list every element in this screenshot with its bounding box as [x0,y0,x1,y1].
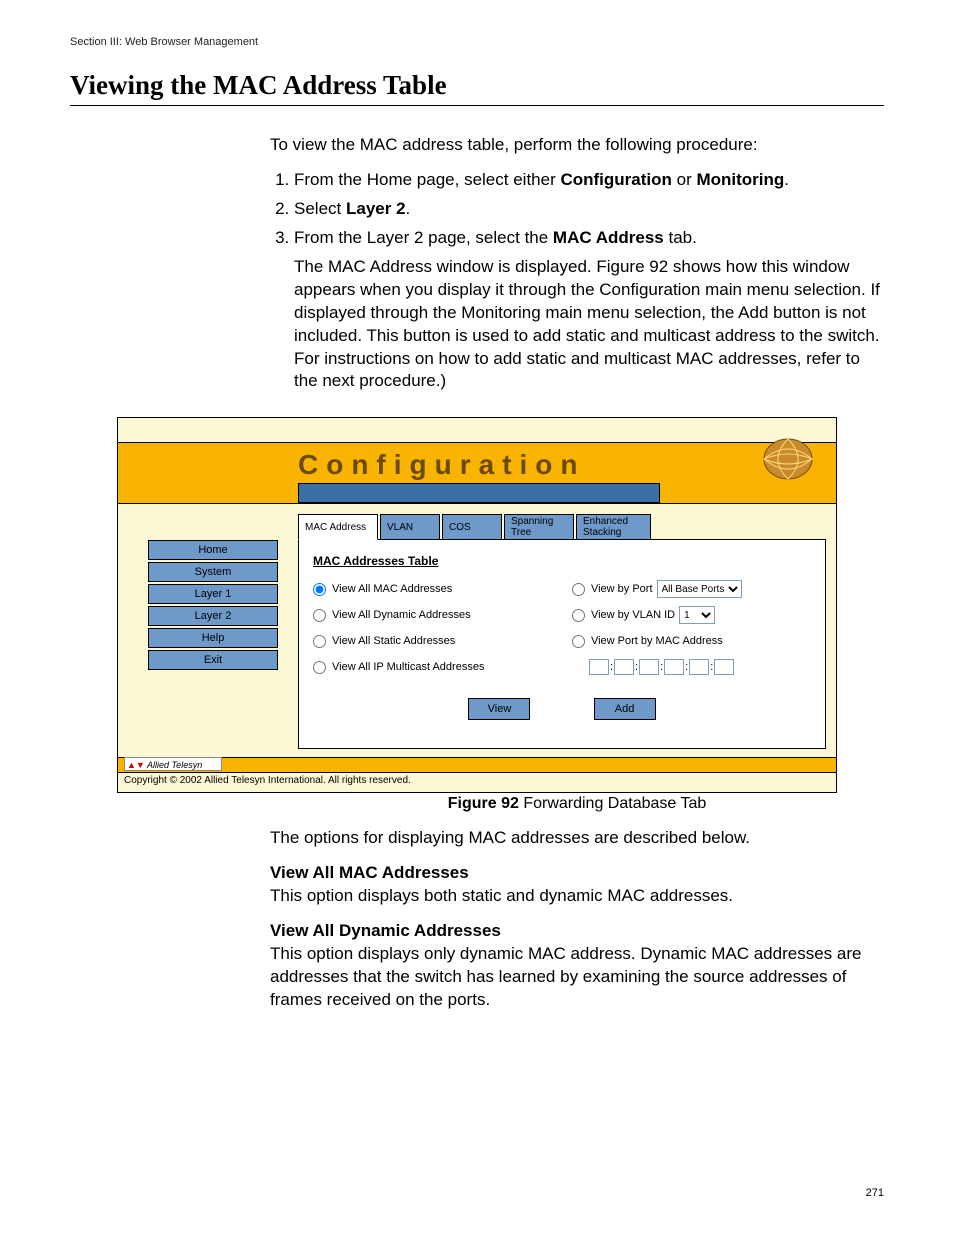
sidebar-item-home[interactable]: Home [148,540,278,560]
page-title: Viewing the MAC Address Table [70,70,884,106]
radio-view-by-port-label: View by Port [591,583,653,595]
radio-view-by-port-input[interactable] [572,583,585,596]
running-head: Section III: Web Browser Management [70,36,884,48]
radio-view-port-by-mac-input[interactable] [572,635,585,648]
tab-spanning-tree[interactable]: Spanning Tree [504,514,574,540]
tab-cos[interactable]: COS [442,514,502,540]
tab-strip: MAC Address VLAN COS Spanning Tree Enhan… [298,514,826,540]
radio-view-multicast-label: View All IP Multicast Addresses [332,661,484,673]
step-1: From the Home page, select either Config… [294,169,884,192]
radio-view-port-by-mac[interactable]: View Port by MAC Address [572,628,811,654]
intro-paragraph: To view the MAC address table, perform t… [270,134,884,157]
radio-view-by-port[interactable]: View by Port All Base Ports [572,576,811,602]
figure-caption: Figure 92 Forwarding Database Tab [270,793,884,815]
radio-view-dynamic[interactable]: View All Dynamic Addresses [313,602,572,628]
radio-view-dynamic-input[interactable] [313,609,326,622]
brand-logo: ▲▼ Allied Telesyn [124,757,222,771]
mac-octet-6[interactable] [714,659,734,675]
option-2-heading: View All Dynamic Addresses [270,920,884,943]
sidebar-item-layer1[interactable]: Layer 1 [148,584,278,604]
page-number: 271 [866,1187,884,1199]
option-1-heading: View All MAC Addresses [270,862,884,885]
panel-title: MAC Addresses Table [313,554,811,568]
option-1-body: This option displays both static and dyn… [270,885,884,908]
mac-entry-row: : : : : : [572,654,811,680]
mac-octet-3[interactable] [639,659,659,675]
add-button[interactable]: Add [594,698,656,720]
mac-panel: MAC Addresses Table View All MAC Address… [298,539,826,749]
sidebar-item-help[interactable]: Help [148,628,278,648]
radio-view-by-vlan-input[interactable] [572,609,585,622]
view-button[interactable]: View [468,698,530,720]
radio-view-all-mac[interactable]: View All MAC Addresses [313,576,572,602]
sidebar-item-system[interactable]: System [148,562,278,582]
mac-octet-5[interactable] [689,659,709,675]
tab-mac-address[interactable]: MAC Address [298,514,378,540]
option-2-body: This option displays only dynamic MAC ad… [270,943,884,1012]
radio-view-static[interactable]: View All Static Addresses [313,628,572,654]
mac-octet-1[interactable] [589,659,609,675]
radio-view-dynamic-label: View All Dynamic Addresses [332,609,471,621]
mac-octet-2[interactable] [614,659,634,675]
radio-view-multicast[interactable]: View All IP Multicast Addresses [313,654,572,680]
copyright: Copyright © 2002 Allied Telesyn Internat… [118,773,836,792]
radio-view-port-by-mac-label: View Port by MAC Address [591,635,723,647]
figure-92-screenshot: AT-8024GB Configuration Home System Laye… [117,417,837,793]
radio-view-by-vlan[interactable]: View by VLAN ID 1 [572,602,811,628]
step-2: Select Layer 2. [294,198,884,221]
globe-icon [758,435,818,483]
radio-view-static-label: View All Static Addresses [332,635,455,647]
config-title: Configuration [298,449,586,481]
step-3-body: The MAC Address window is displayed. Fig… [294,256,884,394]
tab-enhanced-stacking[interactable]: Enhanced Stacking [576,514,651,540]
tab-vlan[interactable]: VLAN [380,514,440,540]
sidebar: Home System Layer 1 Layer 2 Help Exit [148,514,278,749]
radio-view-by-vlan-label: View by VLAN ID [591,609,675,621]
after-figure-text: The options for displaying MAC addresses… [270,827,884,850]
step-3: From the Layer 2 page, select the MAC Ad… [294,227,884,394]
footer-bar: ▲▼ Allied Telesyn [118,757,836,773]
radio-view-all-mac-label: View All MAC Addresses [332,583,452,595]
sidebar-item-exit[interactable]: Exit [148,650,278,670]
sidebar-item-layer2[interactable]: Layer 2 [148,606,278,626]
procedure-list: From the Home page, select either Config… [270,169,884,393]
mac-octet-4[interactable] [664,659,684,675]
radio-view-static-input[interactable] [313,635,326,648]
sub-band [298,483,660,503]
select-port[interactable]: All Base Ports [657,580,742,598]
radio-view-all-mac-input[interactable] [313,583,326,596]
select-vlan-id[interactable]: 1 [679,606,715,624]
radio-view-multicast-input[interactable] [313,661,326,674]
title-band: Configuration [118,442,836,504]
